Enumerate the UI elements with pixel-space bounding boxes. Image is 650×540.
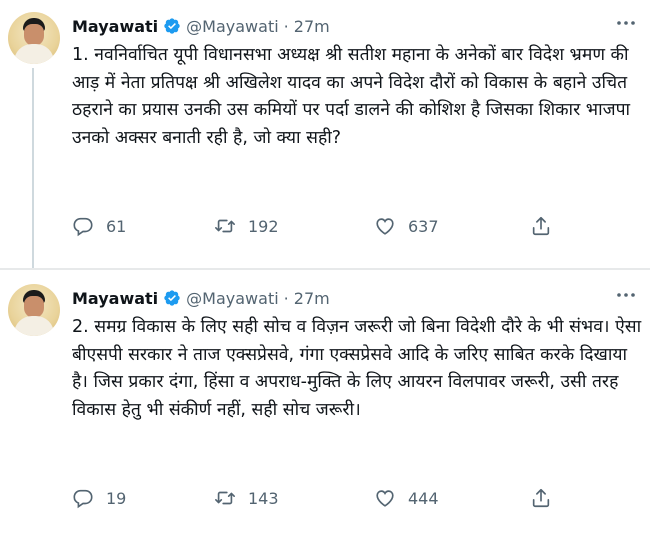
tweet-header: Mayawati @Mayawati · 27m bbox=[72, 14, 330, 38]
share-icon bbox=[532, 488, 550, 508]
tweet-header: Mayawati @Mayawati · 27m bbox=[72, 286, 330, 310]
retweet-count: 143 bbox=[248, 488, 279, 508]
avatar[interactable] bbox=[8, 284, 60, 336]
separator-dot: · bbox=[283, 288, 289, 308]
tweet-actions: 19 143 444 bbox=[72, 484, 552, 512]
timestamp[interactable]: 27m bbox=[294, 289, 330, 308]
reply-button[interactable]: 61 bbox=[72, 212, 126, 240]
share-button[interactable] bbox=[530, 212, 552, 240]
tweet-text: 1. नवनिर्वाचित यूपी विधानसभा अध्यक्ष श्र… bbox=[72, 45, 631, 148]
like-button[interactable]: 444 bbox=[374, 484, 439, 512]
tweet-actions: 61 192 637 bbox=[72, 212, 552, 240]
avatar[interactable] bbox=[8, 12, 60, 64]
retweet-button[interactable]: 192 bbox=[214, 212, 279, 240]
reply-count: 19 bbox=[106, 488, 127, 508]
author-handle[interactable]: @Mayawati bbox=[186, 289, 279, 308]
tweet[interactable]: Mayawati @Mayawati · 27m 2. समग्र विकास … bbox=[0, 272, 650, 540]
verified-badge-icon bbox=[164, 18, 180, 34]
author-name[interactable]: Mayawati bbox=[72, 289, 158, 308]
retweet-icon bbox=[215, 219, 235, 233]
like-button[interactable]: 637 bbox=[374, 212, 439, 240]
reply-icon bbox=[73, 217, 93, 237]
share-button[interactable] bbox=[530, 484, 552, 512]
share-icon bbox=[532, 216, 550, 236]
retweet-count: 192 bbox=[248, 216, 279, 236]
tweet-divider bbox=[0, 268, 650, 270]
like-icon bbox=[376, 218, 394, 235]
retweet-icon bbox=[215, 491, 235, 505]
like-count: 637 bbox=[408, 216, 439, 236]
more-icon[interactable] bbox=[616, 18, 636, 28]
verified-badge-icon bbox=[164, 290, 180, 306]
separator-dot: · bbox=[283, 16, 289, 36]
reply-count: 61 bbox=[106, 216, 127, 236]
more-icon[interactable] bbox=[616, 290, 636, 300]
reply-icon bbox=[73, 489, 93, 509]
tweet-text: 2. समग्र विकास के लिए सही सोच व विज़न जर… bbox=[72, 317, 642, 420]
reply-button[interactable]: 19 bbox=[72, 484, 126, 512]
thread-connector-line bbox=[32, 68, 34, 268]
like-count: 444 bbox=[408, 488, 439, 508]
author-name[interactable]: Mayawati bbox=[72, 17, 158, 36]
retweet-button[interactable]: 143 bbox=[214, 484, 279, 512]
author-handle[interactable]: @Mayawati bbox=[186, 17, 279, 36]
like-icon bbox=[376, 490, 394, 507]
timestamp[interactable]: 27m bbox=[294, 17, 330, 36]
tweet[interactable]: Mayawati @Mayawati · 27m 1. नवनिर्वाचित … bbox=[0, 0, 650, 268]
